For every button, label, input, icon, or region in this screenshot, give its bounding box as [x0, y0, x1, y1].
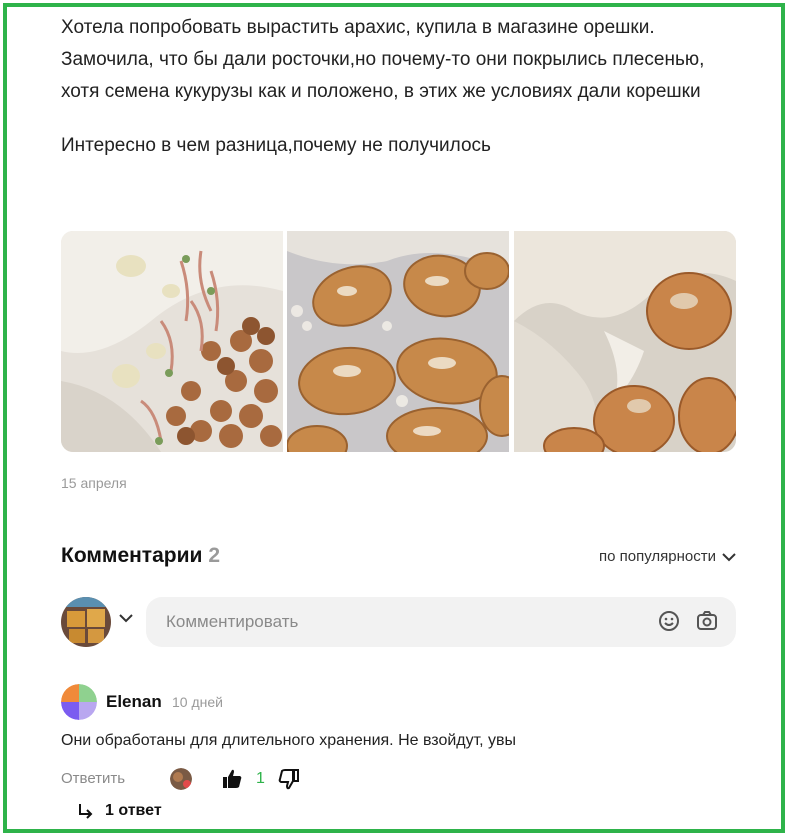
reply-arrow-icon: [79, 804, 93, 819]
emoji-icon[interactable]: [658, 610, 680, 632]
replies-toggle[interactable]: 1 ответ: [77, 802, 162, 820]
post-paragraph-1: Хотела попробовать вырастить арахис, куп…: [61, 17, 705, 102]
reactor-avatar[interactable]: [170, 768, 192, 790]
comment-composer: Комментировать: [61, 597, 736, 647]
post-paragraph-2: Интересно в чем разница,почему не получи…: [61, 135, 491, 156]
comment-time: 10 дней: [172, 694, 223, 710]
chevron-down-icon[interactable]: [119, 613, 133, 623]
comment-input[interactable]: Комментировать: [146, 597, 736, 647]
post-date: 15 апреля: [61, 475, 127, 491]
comments-header: Комментарии 2 по популярности: [61, 544, 736, 574]
comment-author[interactable]: Elenan: [106, 692, 162, 712]
reply-button[interactable]: Ответить: [61, 770, 125, 787]
comments-title: Комментарии: [61, 544, 203, 567]
avatar[interactable]: [61, 597, 111, 647]
photo-moldy-peanuts[interactable]: [287, 231, 510, 452]
comments-count: 2: [208, 544, 221, 567]
comment-actions: Ответить 1: [61, 768, 461, 794]
sort-label: по популярности: [599, 548, 716, 565]
chevron-down-icon: [722, 552, 736, 561]
thumbs-down-icon[interactable]: [278, 768, 300, 790]
replies-count: 1 ответ: [105, 802, 162, 819]
commenter-avatar[interactable]: [61, 684, 97, 720]
photo-gallery: [61, 231, 736, 452]
comment-input-placeholder: Комментировать: [166, 612, 299, 631]
sort-dropdown[interactable]: по популярности: [599, 548, 736, 565]
camera-icon[interactable]: [696, 610, 718, 632]
like-count: 1: [256, 770, 265, 787]
thumbs-up-icon[interactable]: [221, 768, 243, 790]
comment-text: Они обработаны для длительного хранения.…: [61, 732, 517, 749]
photo-sprouted-mix[interactable]: [61, 231, 283, 452]
photo-moldy-peanuts-closeup[interactable]: [513, 231, 736, 452]
post-body: Хотела попробовать вырастить арахис, куп…: [61, 12, 741, 162]
